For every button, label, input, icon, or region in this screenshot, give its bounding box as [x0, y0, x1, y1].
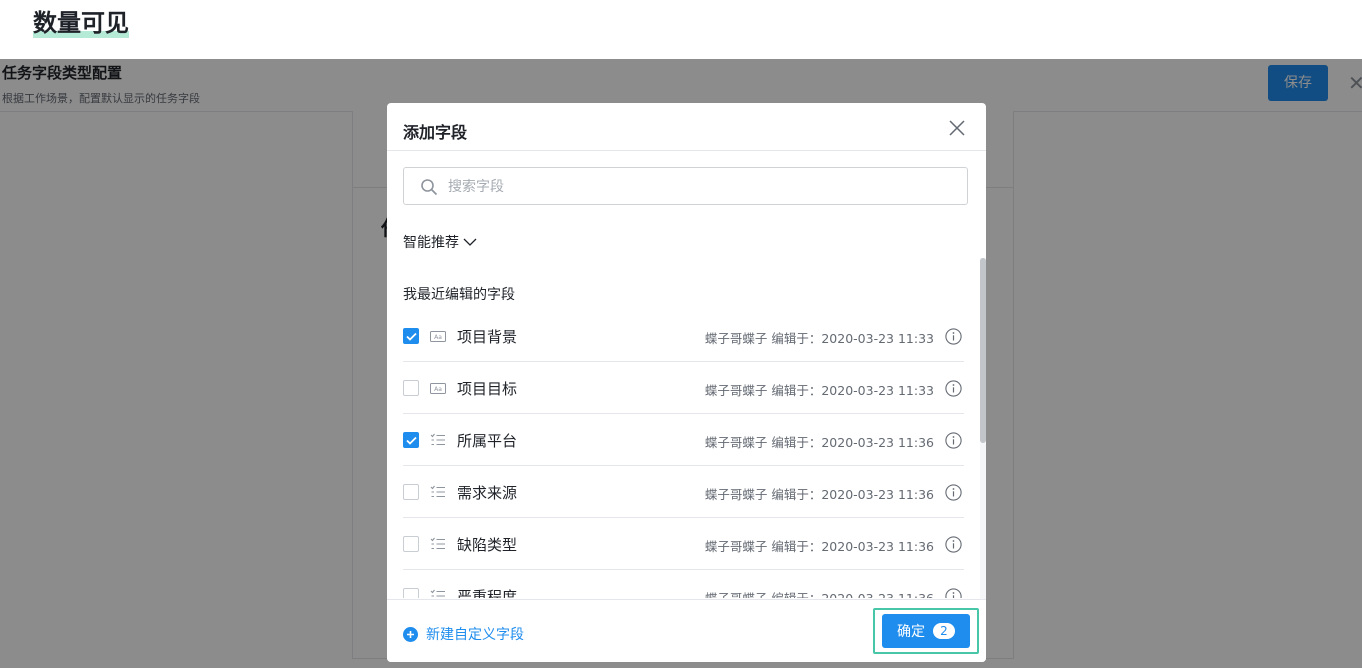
info-icon[interactable] — [945, 588, 962, 598]
field-edit-meta: 蝶子哥蝶子 编辑于：2020-03-23 11:36 — [704, 487, 934, 502]
new-custom-field-label: 新建自定义字段 — [426, 627, 524, 643]
info-icon[interactable] — [945, 380, 962, 397]
close-icon[interactable] — [949, 120, 965, 136]
field-row[interactable]: Aa 项目背景 蝶子哥蝶子 编辑于：2020-03-23 11:33 — [403, 310, 964, 362]
field-checkbox[interactable] — [403, 328, 419, 344]
dialog-header: 添加字段 — [387, 103, 986, 151]
chevron-down-icon — [463, 238, 477, 246]
text-field-icon: Aa — [430, 383, 446, 394]
new-custom-field-button[interactable]: 新建自定义字段 — [403, 624, 524, 644]
field-checkbox[interactable] — [403, 484, 419, 500]
field-edit-meta: 蝶子哥蝶子 编辑于：2020-03-23 11:33 — [704, 331, 934, 346]
field-list: Aa 项目背景 蝶子哥蝶子 编辑于：2020-03-23 11:33 Aa 项目目标 蝶子… — [403, 310, 964, 598]
dialog-footer: 新建自定义字段 确定 2 — [387, 599, 986, 662]
search-input[interactable] — [446, 168, 950, 206]
field-name: 项目背景 — [457, 328, 518, 346]
info-icon[interactable] — [945, 536, 962, 553]
field-name: 严重程度 — [457, 588, 518, 598]
field-name: 需求来源 — [457, 484, 518, 502]
add-field-dialog: 添加字段 智能推荐 我最近编辑的字段 Aa项目背景蝶子哥蝶子 编辑于：2020-… — [387, 103, 986, 662]
text-field-icon: Aa — [430, 331, 446, 342]
search-icon — [421, 179, 438, 196]
scrollbar-thumb[interactable] — [980, 258, 986, 443]
plus-circle-icon — [403, 626, 418, 642]
field-row[interactable]: 严重程度 蝶子哥蝶子 编辑于：2020-03-23 11:36 — [403, 570, 964, 598]
confirm-button[interactable]: 确定 2 — [882, 614, 970, 648]
page-heading: 数量可见 — [33, 6, 129, 40]
field-checkbox[interactable] — [403, 536, 419, 552]
field-edit-meta: 蝶子哥蝶子 编辑于：2020-03-23 11:33 — [704, 383, 934, 398]
field-name: 缺陷类型 — [457, 536, 518, 554]
selected-count-badge: 2 — [933, 623, 955, 639]
field-edit-meta: 蝶子哥蝶子 编辑于：2020-03-23 11:36 — [704, 435, 934, 450]
field-checkbox[interactable] — [403, 588, 419, 598]
field-edit-meta: 蝶子哥蝶子 编辑于：2020-03-23 11:36 — [704, 539, 934, 554]
field-name: 所属平台 — [457, 432, 518, 450]
checklist-icon — [430, 485, 445, 498]
confirm-label: 确定 — [897, 624, 925, 640]
field-edit-meta: 蝶子哥蝶子 编辑于：2020-03-23 11:36 — [705, 588, 934, 598]
field-name: 项目目标 — [457, 380, 518, 398]
page-heading-text: 数量可见 — [33, 9, 129, 37]
checklist-icon — [430, 433, 445, 446]
info-icon[interactable] — [945, 484, 962, 501]
field-checkbox[interactable] — [403, 432, 419, 448]
recent-fields-title: 我最近编辑的字段 — [403, 287, 515, 303]
field-row[interactable]: 需求来源 蝶子哥蝶子 编辑于：2020-03-23 11:36 — [403, 466, 964, 518]
checklist-icon — [430, 589, 445, 597]
smart-recommend-toggle[interactable]: 智能推荐 — [403, 232, 477, 252]
dialog-title: 添加字段 — [403, 123, 468, 142]
search-box — [403, 167, 968, 206]
field-checkbox[interactable] — [403, 380, 419, 396]
field-row[interactable]: 缺陷类型 蝶子哥蝶子 编辑于：2020-03-23 11:36 — [403, 518, 964, 570]
checklist-icon — [430, 537, 445, 550]
info-icon[interactable] — [945, 432, 962, 449]
svg-text:Aa: Aa — [434, 334, 442, 341]
info-icon[interactable] — [945, 328, 962, 345]
svg-text:Aa: Aa — [434, 386, 442, 393]
field-row[interactable]: 所属平台 蝶子哥蝶子 编辑于：2020-03-23 11:36 — [403, 414, 964, 466]
smart-recommend-label: 智能推荐 — [403, 235, 459, 251]
field-row[interactable]: Aa 项目目标 蝶子哥蝶子 编辑于：2020-03-23 11:33 — [403, 362, 964, 414]
